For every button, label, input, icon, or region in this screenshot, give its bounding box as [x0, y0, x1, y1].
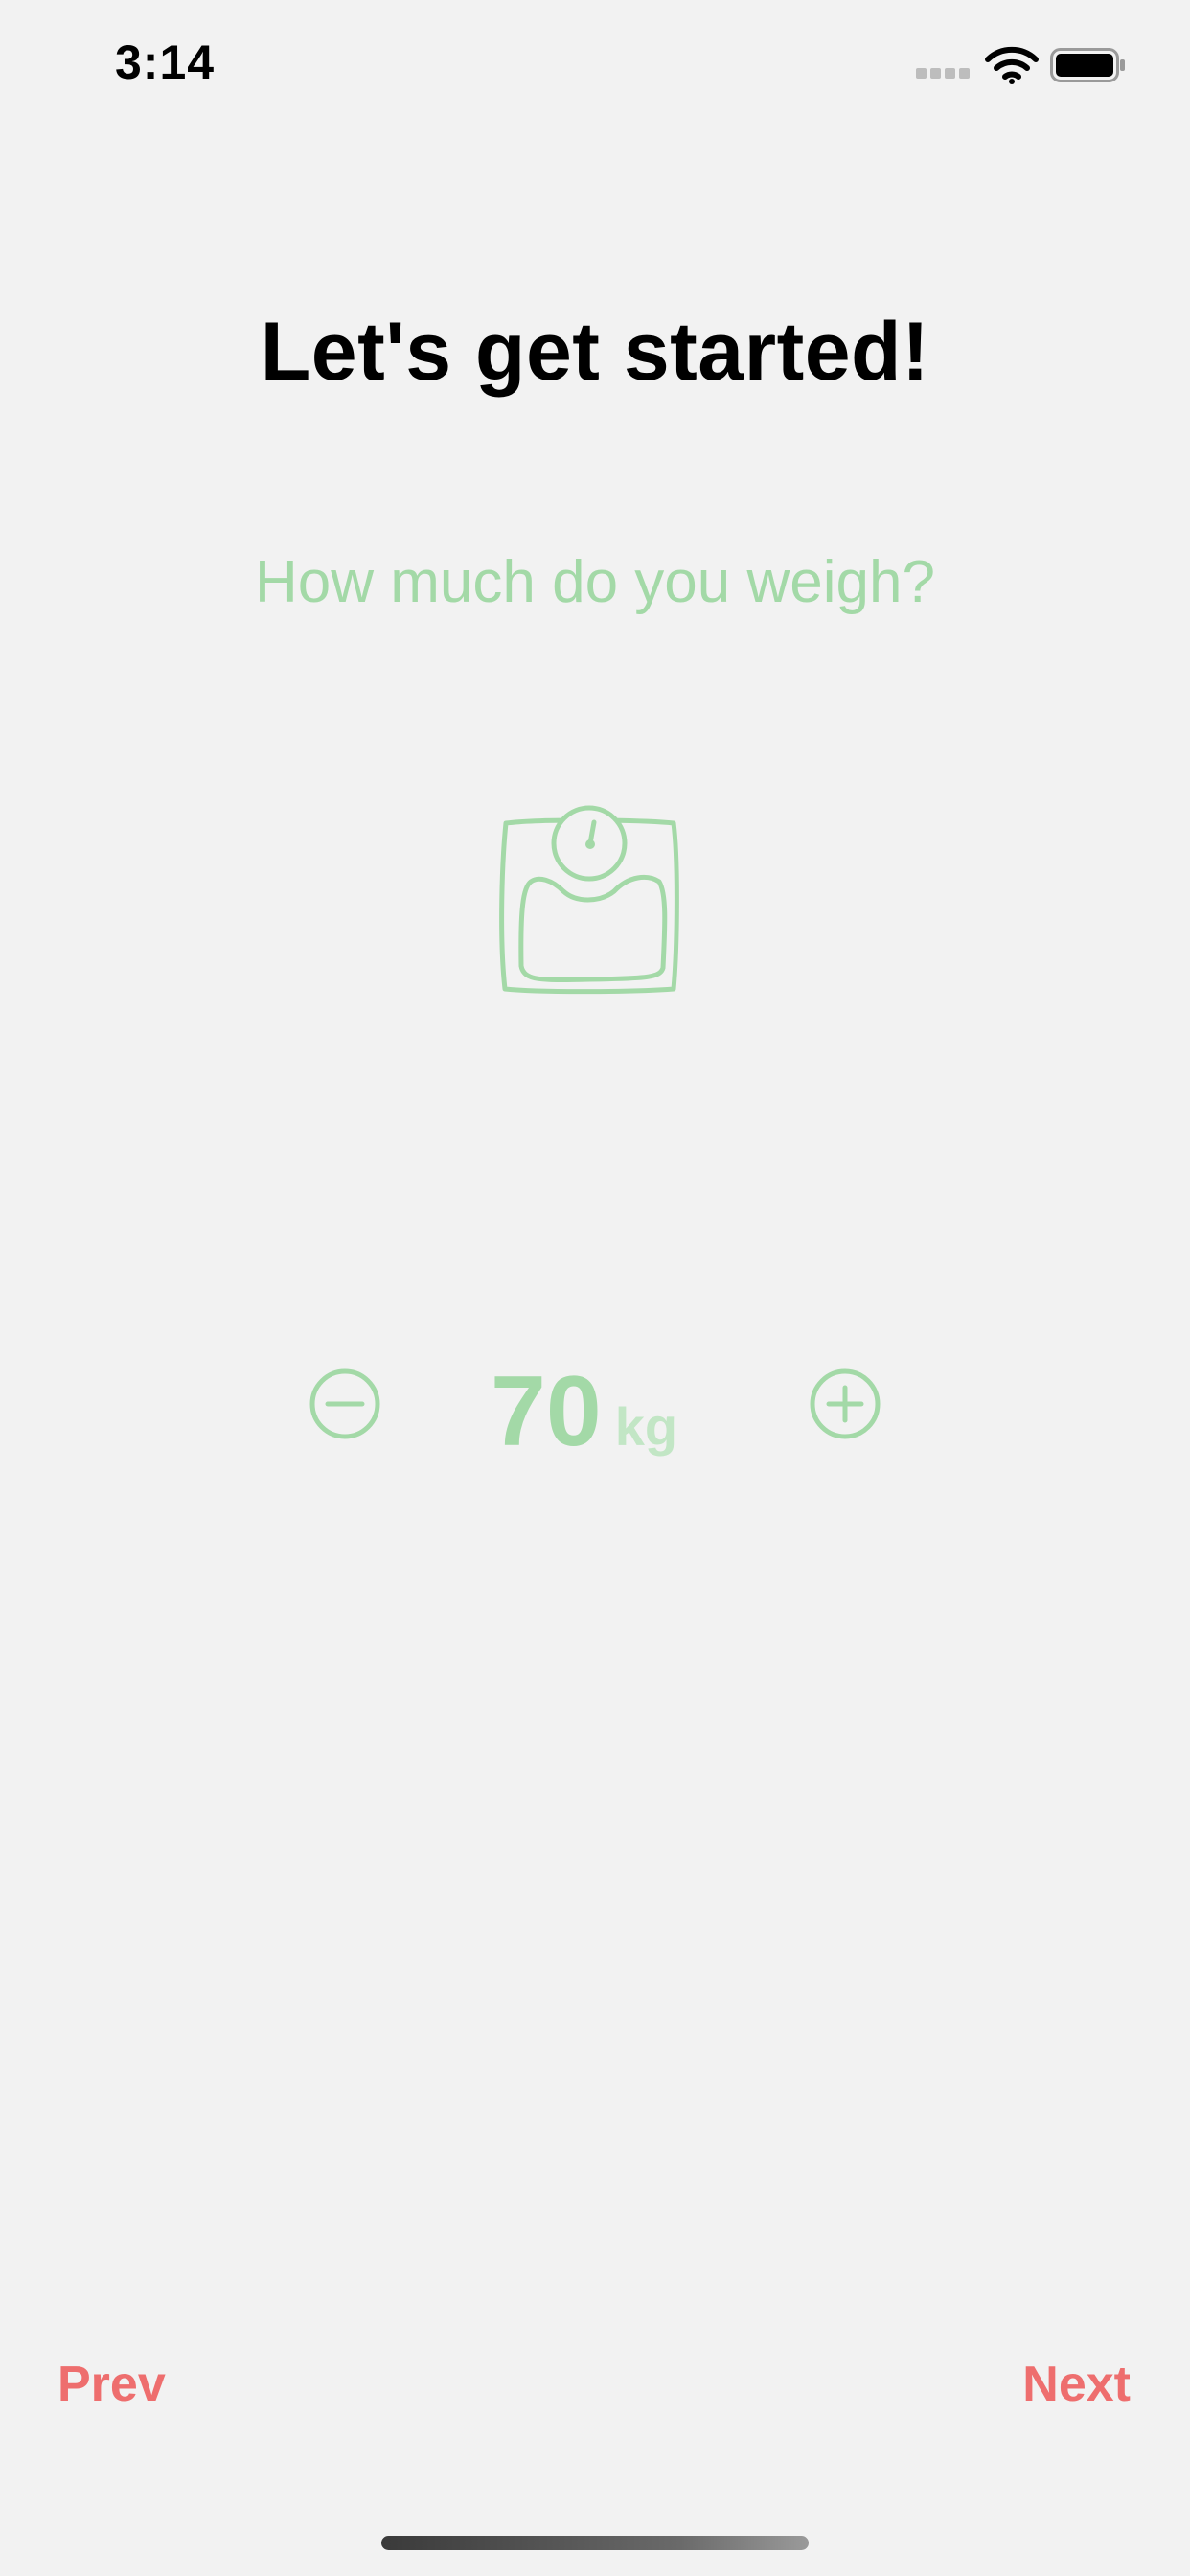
minus-circle-icon[interactable]	[309, 1368, 381, 1440]
home-indicator[interactable]	[381, 2536, 809, 2550]
plus-circle-icon[interactable]	[809, 1368, 881, 1440]
weight-unit: kg	[614, 1396, 678, 1457]
status-time: 3:14	[115, 35, 216, 89]
weight-question: How much do you weigh?	[255, 549, 935, 615]
status-bar: 3:14	[0, 0, 1190, 134]
wifi-icon	[985, 46, 1039, 84]
cellular-signal-icon	[916, 68, 972, 80]
weight-display: 70 kg	[491, 1355, 677, 1470]
page-title: Let's get started!	[260, 306, 930, 398]
weight-stepper: 70 kg	[0, 1342, 1190, 1476]
weight-scale-icon	[499, 805, 679, 995]
prev-button[interactable]: Prev	[57, 2356, 166, 2413]
next-button[interactable]: Next	[1022, 2356, 1131, 2413]
battery-icon	[1050, 48, 1125, 82]
weight-value: 70	[491, 1356, 602, 1467]
